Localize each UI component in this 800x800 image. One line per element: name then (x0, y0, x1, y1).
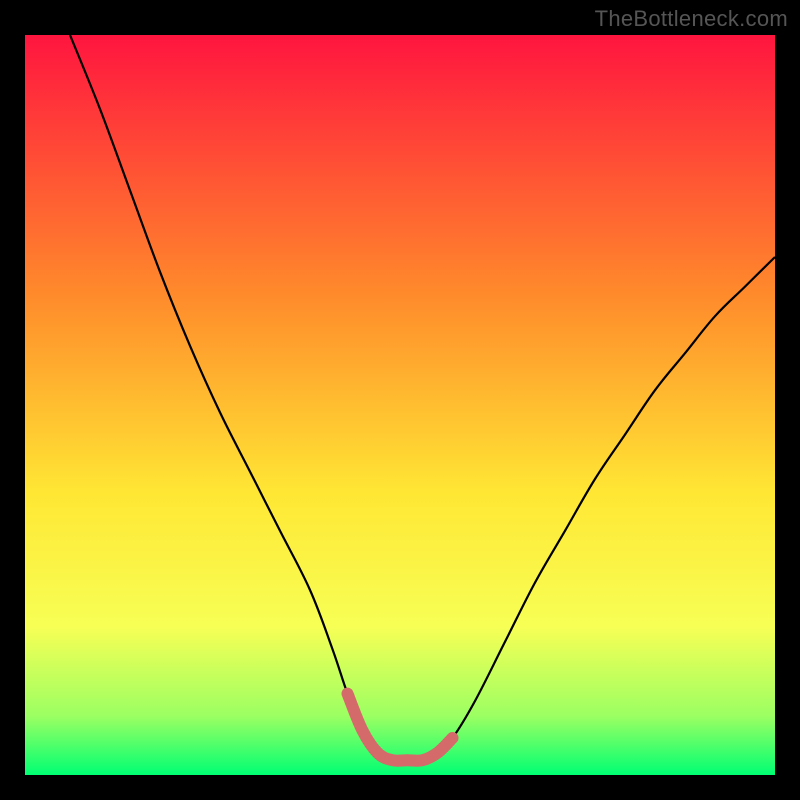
attribution-watermark: TheBottleneck.com (595, 6, 788, 32)
chart-frame: TheBottleneck.com (0, 0, 800, 800)
bottleneck-chart (25, 35, 775, 775)
gradient-background (25, 35, 775, 775)
